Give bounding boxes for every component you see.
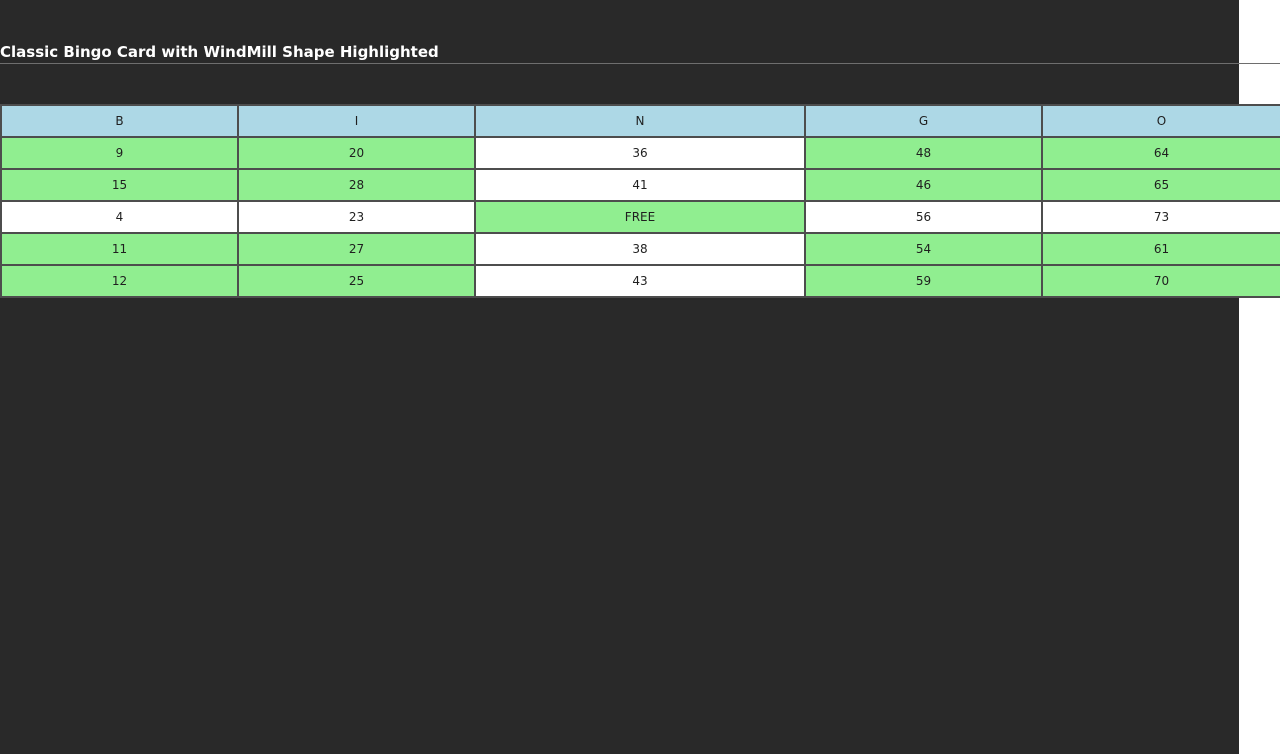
bingo-cell: 36: [474, 136, 806, 170]
column-header-b: B: [0, 104, 239, 138]
bingo-cell: 9: [0, 136, 239, 170]
column-header-i: I: [237, 104, 476, 138]
bingo-row: 15 28 41 46 65: [0, 168, 1280, 202]
column-header-o: O: [1041, 104, 1280, 138]
bingo-cell: 46: [804, 168, 1043, 202]
bingo-cell: 70: [1041, 264, 1280, 298]
bingo-cell: 23: [237, 200, 476, 234]
bingo-cell: 65: [1041, 168, 1280, 202]
bingo-cell: 11: [0, 232, 239, 266]
bingo-row: 9 20 36 48 64: [0, 136, 1280, 170]
bingo-row: 12 25 43 59 70: [0, 264, 1280, 298]
column-header-g: G: [804, 104, 1043, 138]
bingo-cell: 59: [804, 264, 1043, 298]
bingo-cell: 4: [0, 200, 239, 234]
bingo-cell: 25: [237, 264, 476, 298]
page-title: Classic Bingo Card with WindMill Shape H…: [0, 43, 439, 61]
bingo-cell: 15: [0, 168, 239, 202]
bingo-cell: 41: [474, 168, 806, 202]
bingo-cell: 38: [474, 232, 806, 266]
free-space-cell: FREE: [474, 200, 806, 234]
bingo-cell: 61: [1041, 232, 1280, 266]
bingo-cell: 43: [474, 264, 806, 298]
bingo-card: B I N G O 9 20 36 48 64 15 28 41 46 65 4…: [0, 104, 1280, 298]
bingo-cell: 54: [804, 232, 1043, 266]
column-header-n: N: [474, 104, 806, 138]
bingo-cell: 73: [1041, 200, 1280, 234]
bingo-cell: 48: [804, 136, 1043, 170]
bingo-cell: 28: [237, 168, 476, 202]
bingo-cell: 64: [1041, 136, 1280, 170]
bingo-cell: 27: [237, 232, 476, 266]
bingo-cell: 20: [237, 136, 476, 170]
bingo-row: 4 23 FREE 56 73: [0, 200, 1280, 234]
bingo-header-row: B I N G O: [0, 104, 1280, 138]
bingo-cell: 12: [0, 264, 239, 298]
bingo-cell: 56: [804, 200, 1043, 234]
title-divider: [0, 63, 1280, 64]
bingo-row: 11 27 38 54 61: [0, 232, 1280, 266]
